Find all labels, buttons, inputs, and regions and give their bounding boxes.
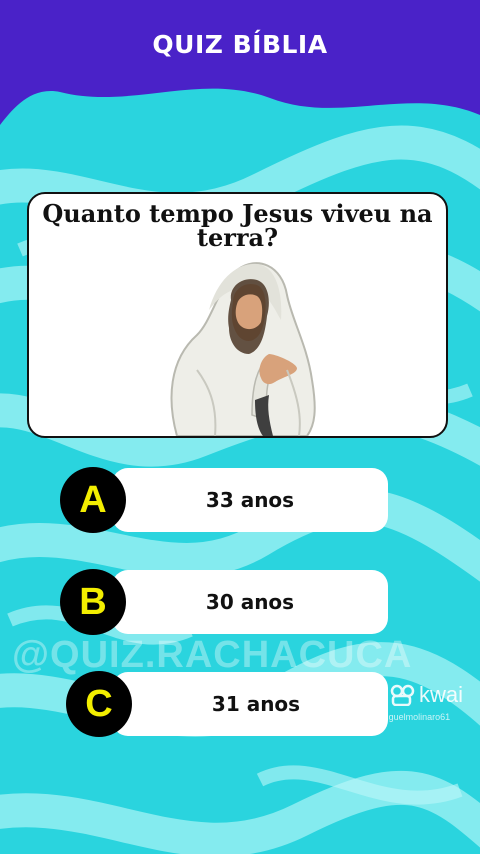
answer-option-b[interactable]: 30 anos (112, 570, 388, 634)
answer-c-letter: C (66, 671, 132, 737)
watermark-handle: @QUIZ.RACHACUCA (12, 634, 413, 676)
kwai-brand: kwai (419, 682, 464, 707)
answer-c-text: 31 anos (211, 692, 301, 716)
answer-a-letter: A (60, 467, 126, 533)
jesus-illustration (170, 262, 316, 436)
kwai-logo: kwai (390, 682, 463, 708)
kwai-icon (390, 684, 415, 706)
page-title: QUIZ BÍBLIA (152, 30, 328, 59)
question-text: Quanto tempo Jesus viveu na terra? (42, 199, 433, 252)
answer-option-a[interactable]: 33 anos (112, 468, 388, 532)
question-card: Quanto tempo Jesus viveu na terra? (27, 192, 448, 438)
header-banner (0, 0, 480, 125)
answer-option-c[interactable]: 31 anos (112, 672, 388, 736)
answer-b-letter: B (60, 569, 126, 635)
kwai-username: @miguelmolinaro61 (370, 712, 451, 722)
answer-b-text: 30 anos (205, 590, 295, 614)
answer-a-text: 33 anos (205, 488, 295, 512)
